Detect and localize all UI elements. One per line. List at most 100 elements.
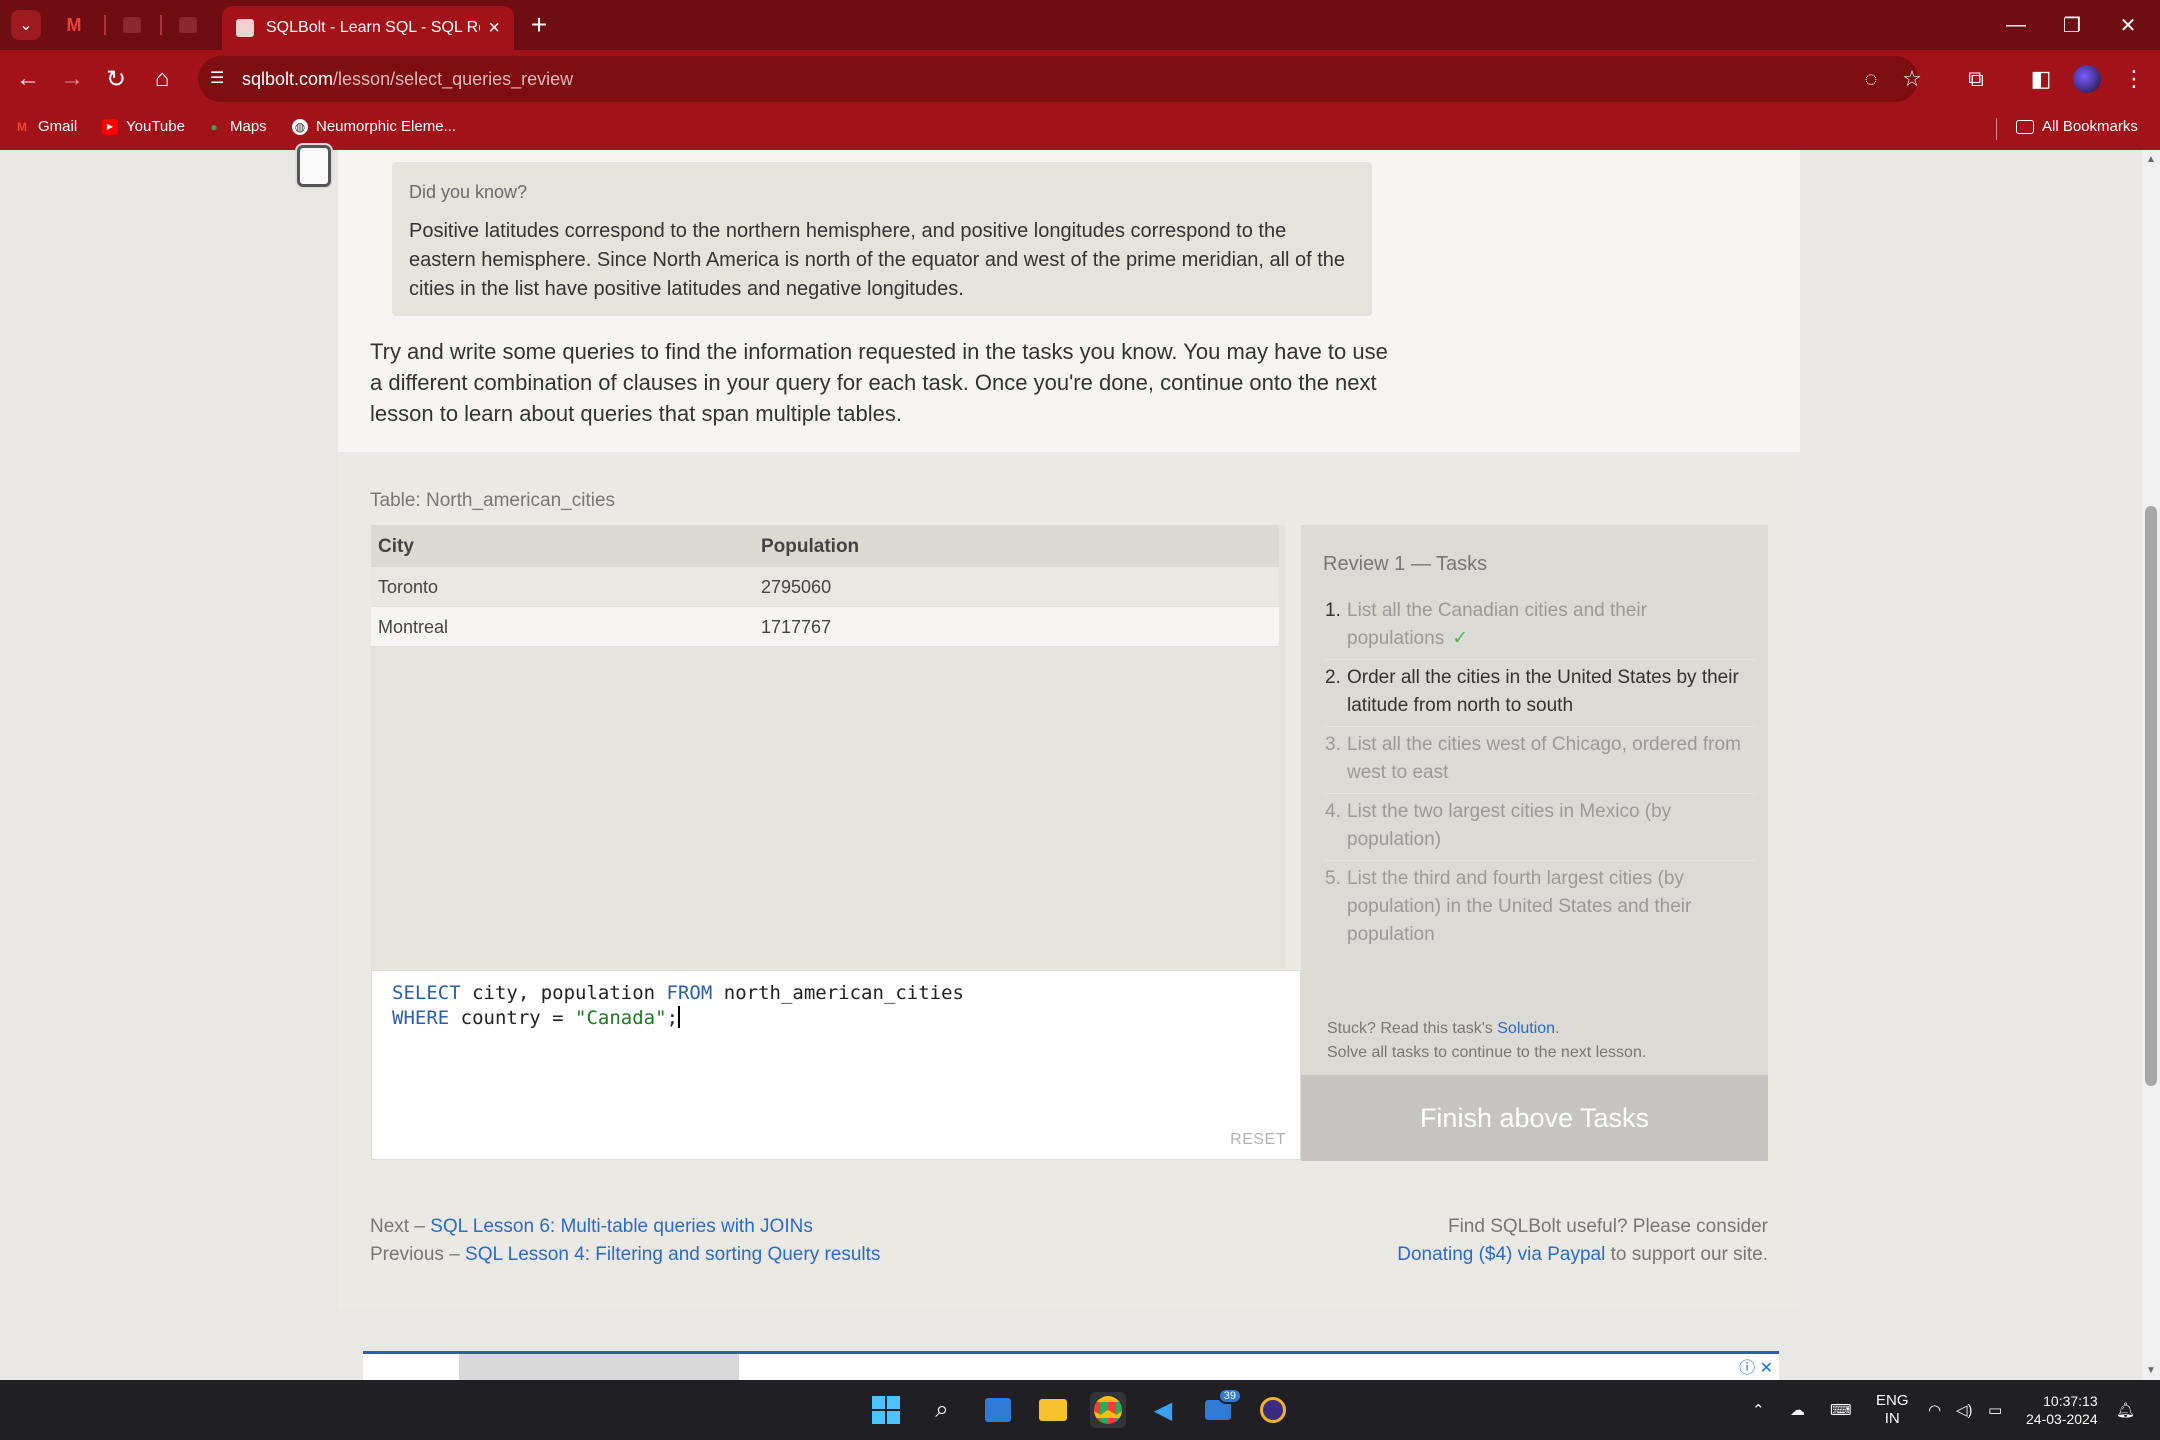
eye-off-icon[interactable]: ◌ [1853,61,1889,97]
clock-time: 10:37:13 [2043,1393,2098,1409]
mail-icon[interactable]: 39 [1200,1388,1242,1428]
bookmark-label: Gmail [38,118,78,135]
tab-search-button[interactable]: ⌄ [11,10,41,40]
task-text: List the two largest cities in Mexico (b… [1347,801,1672,850]
tab-separator [160,15,162,35]
url-host: sqlbolt.com [242,68,334,89]
profile-avatar[interactable] [2073,65,2101,93]
back-button[interactable]: ← [10,61,46,97]
donate-note: Find SQLBolt useful? Please consider Don… [1397,1213,1768,1269]
bookmark-youtube[interactable]: ▶ YouTube [102,118,185,135]
page-icon [179,17,197,33]
task-text: Order all the cities in the United State… [1347,667,1739,716]
sql-text: north_american_cities [712,982,964,1004]
bookmark-gmail[interactable]: M Gmail [14,118,77,135]
notification-bell-icon[interactable]: 🔔︎ [2116,1380,2135,1440]
bookmark-neumorphic[interactable]: ◍ Neumorphic Eleme... [292,118,456,135]
lang-region: IN [1884,1410,1900,1427]
page-icon [123,17,141,33]
finish-tasks-button[interactable]: Finish above Tasks [1301,1075,1768,1161]
results-table: City Population Toronto 2795060 Montreal… [371,525,1285,969]
finish-container: Finish above Tasks [1301,1075,1768,1161]
did-you-know-box: Did you know? Positive latitudes corresp… [392,162,1372,316]
chrome-icon[interactable] [1090,1392,1126,1428]
stuck-text: Stuck? Read this task's [1327,1020,1498,1037]
checkmark-icon: ✓ [1452,628,1469,649]
advertisement-banner[interactable]: ⓘ ✕ [363,1351,1779,1380]
stuck-help: Stuck? Read this task's Solution. Solve … [1327,1017,1646,1065]
language-indicator[interactable]: ENG IN [1876,1380,1909,1440]
sql-editor[interactable]: SELECT city, population FROM north_ameri… [371,970,1301,1160]
maps-pin-icon: ● [210,119,218,134]
pinned-tab[interactable] [174,12,202,38]
app-icon[interactable] [1255,1392,1291,1428]
sql-code[interactable]: SELECT city, population FROM north_ameri… [392,981,964,1031]
scrollbar-thumb[interactable] [2145,506,2157,1086]
bookmark-separator [1996,118,1997,140]
task-item-5: 5. List the third and fourth largest cit… [1325,865,1755,955]
volume-icon[interactable]: ◁) [1956,1380,1973,1440]
wifi-icon[interactable]: ◠ [1928,1380,1941,1440]
chevron-down-icon: ⌄ [19,17,33,34]
previous-lesson-link[interactable]: SQL Lesson 4: Filtering and sorting Quer… [465,1244,880,1265]
battery-icon[interactable]: ▭ [1988,1380,2002,1440]
site-info-icon[interactable]: ☰ [210,68,232,90]
bookmark-star-icon[interactable]: ☆ [1894,61,1930,97]
file-explorer-icon[interactable] [1035,1392,1071,1428]
gmail-tab[interactable]: M [60,12,88,38]
restore-button[interactable]: ❐ [2044,0,2100,50]
sqlbolt-favicon [236,19,254,37]
ad-image [459,1354,739,1380]
close-window-button[interactable]: ✕ [2100,0,2156,50]
store-icon[interactable] [980,1392,1016,1428]
lesson-page: Did you know? Positive latitudes corresp… [338,150,1800,1310]
next-lesson-link[interactable]: SQL Lesson 6: Multi-table queries with J… [430,1216,813,1237]
scroll-down-icon[interactable]: ▼ [2146,1365,2156,1376]
table-cell: 2795060 [761,577,832,597]
forward-button[interactable]: → [54,61,90,97]
solution-link[interactable]: Solution [1497,1020,1555,1037]
browser-toolbar: ← → ↻ ⌂ ☰ sqlbolt.com/lesson/select_quer… [0,50,2160,108]
minimize-button[interactable]: — [1988,0,2044,50]
tasks-panel: Review 1 — Tasks 1. List all the Canadia… [1301,525,1768,1160]
all-bookmarks-button[interactable]: All Bookmarks [2016,118,2138,135]
clock[interactable]: 10:37:13 24-03-2024 [2026,1380,2098,1440]
side-panel-icon[interactable]: ◧ [2023,61,2059,97]
keyboard-icon[interactable]: ⌨ [1830,1380,1852,1440]
donate-link[interactable]: Donating ($4) via Paypal [1397,1244,1605,1265]
show-hidden-icons[interactable]: ⌃ [1752,1380,1765,1440]
task-item-4: 4. List the two largest cities in Mexico… [1325,798,1755,861]
tab-title: SQLBolt - Learn SQL - SQL Revie [266,19,480,36]
address-bar[interactable]: ☰ sqlbolt.com/lesson/select_queries_revi… [198,56,1918,102]
vscode-icon[interactable]: ◀ [1145,1392,1181,1428]
new-tab-button[interactable]: + [524,9,554,40]
active-tab[interactable]: SQLBolt - Learn SQL - SQL Revie × [222,6,514,50]
gmail-icon: M [66,14,82,35]
close-tab-icon[interactable]: × [488,17,500,40]
start-button[interactable] [868,1392,904,1428]
sql-text: ; [666,1007,679,1029]
bookmark-maps[interactable]: ● Maps [206,118,266,135]
floating-widget[interactable] [297,145,331,187]
ad-choices-icon[interactable]: ⓘ ✕ [1739,1354,1773,1378]
task-number: 3. [1325,734,1341,755]
pinned-tab[interactable] [118,12,146,38]
lesson-body: Did you know? Positive latitudes corresp… [338,150,1800,452]
scroll-up-icon[interactable]: ▲ [2146,154,2156,165]
sql-text: country = [449,1007,576,1029]
menu-dots-icon[interactable]: ⋮ [2116,61,2152,97]
donate-suffix: to support our site. [1605,1244,1768,1265]
folder-icon [2016,119,2034,134]
onedrive-icon[interactable]: ☁ [1790,1380,1805,1440]
table-cell: Montreal [378,617,449,637]
search-icon[interactable]: ⌕ [924,1392,960,1428]
task-number: 2. [1325,667,1341,688]
reload-button[interactable]: ↻ [98,61,134,97]
extensions-icon[interactable]: ⧉ [1958,61,1994,97]
page-scrollbar[interactable]: ▲ ▼ [2142,150,2160,1380]
task-text: List all the Canadian cities and their p… [1347,600,1647,649]
solve-all-text: Solve all tasks to continue to the next … [1327,1044,1647,1061]
windows-taskbar: ⌕ ◀ 39 ⌃ ☁ ⌨ ENG IN ◠ ◁) ▭ 10:37:13 24-0… [0,1380,2160,1440]
home-button[interactable]: ⌂ [144,61,180,97]
reset-button[interactable]: RESET [1230,1131,1286,1149]
